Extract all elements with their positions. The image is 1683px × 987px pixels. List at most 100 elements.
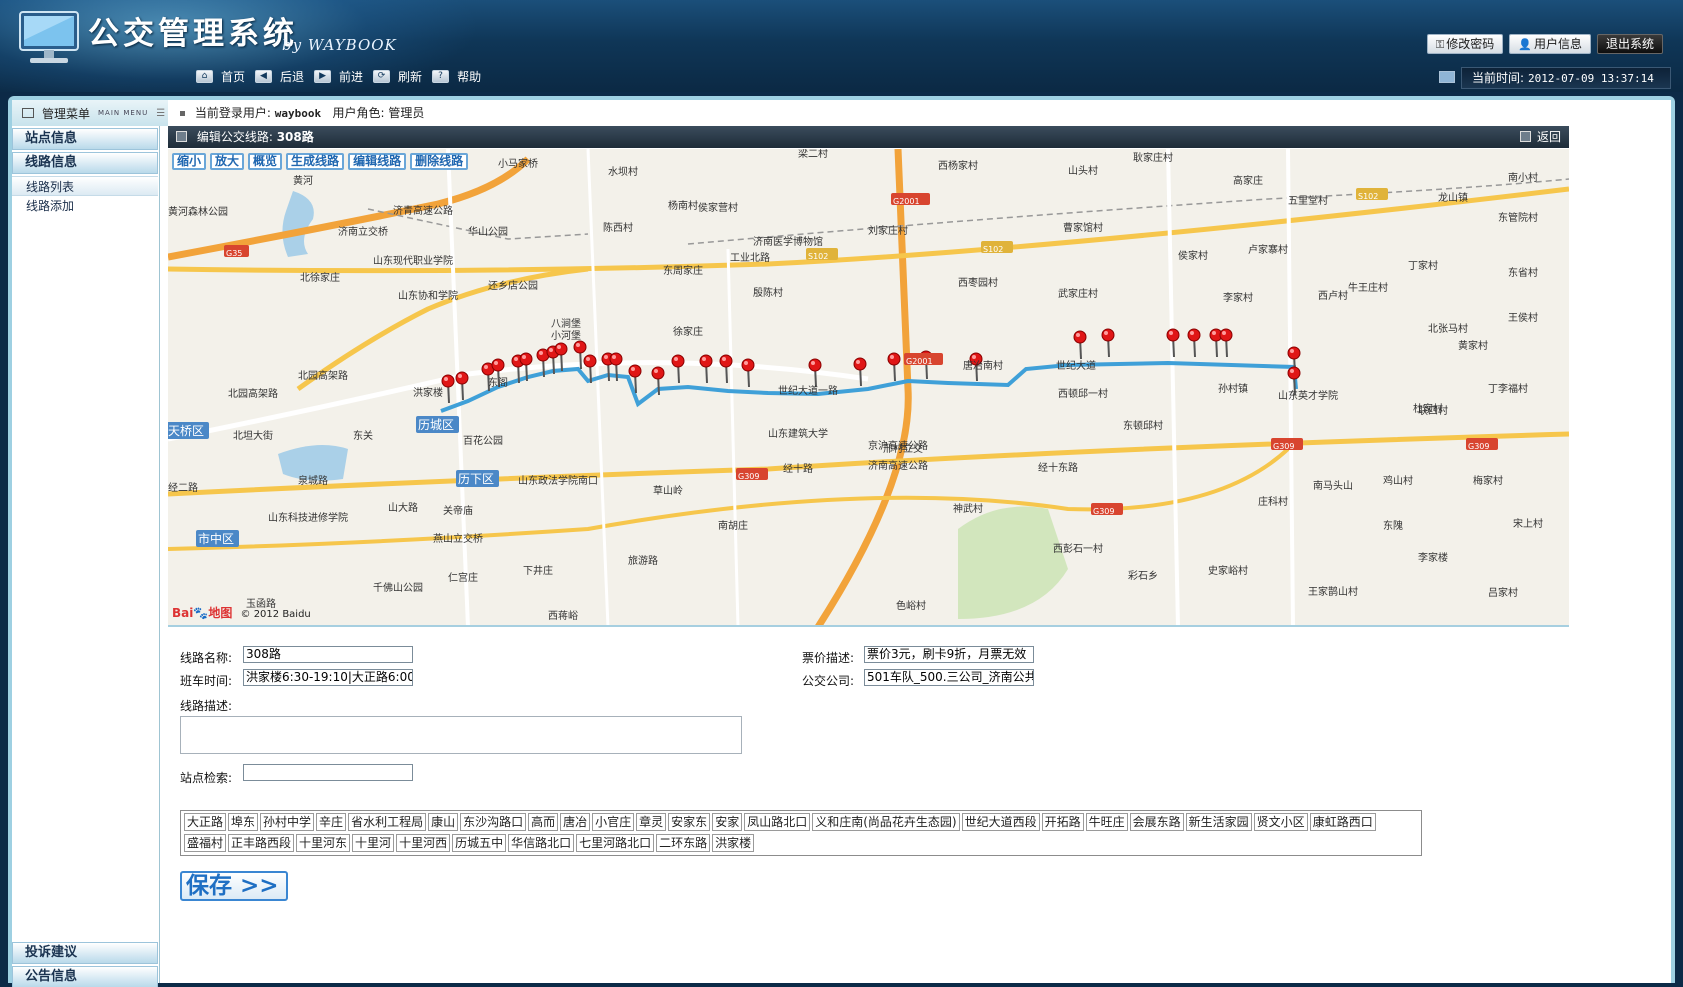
map-label: 东管院村: [1498, 211, 1538, 224]
change-password-label: 修改密码: [1446, 37, 1495, 51]
station-chip[interactable]: 高而: [528, 813, 559, 831]
overview-button[interactable]: 概览: [248, 153, 283, 170]
station-chip[interactable]: 大正路: [184, 813, 227, 831]
pin-highlight: [1104, 331, 1108, 335]
station-chip[interactable]: 盛福村: [184, 834, 227, 852]
station-chip[interactable]: 正丰路西段: [228, 834, 295, 852]
station-chip[interactable]: 康虹路西口: [1309, 813, 1376, 831]
station-chip[interactable]: 牛旺庄: [1085, 813, 1128, 831]
generate-route-button[interactable]: 生成线路: [286, 153, 345, 170]
route-name-field[interactable]: 308路: [243, 646, 413, 663]
sidebar-group-complaints[interactable]: 投诉建议: [12, 942, 158, 964]
station-pin-icon[interactable]: [1073, 330, 1087, 344]
schedule-field[interactable]: 洪家楼6:30-19:10|大正路6:00-18: [243, 669, 413, 686]
fare-field[interactable]: 票价3元，刷卡9折，月票无效: [864, 646, 1034, 663]
station-chip[interactable]: 会展东路: [1129, 813, 1184, 831]
station-pin-icon[interactable]: [808, 358, 822, 372]
station-pin-icon[interactable]: [573, 340, 587, 354]
station-pin-icon[interactable]: [1187, 328, 1201, 342]
station-pin-icon[interactable]: [519, 352, 533, 366]
road-line: [586, 149, 610, 625]
station-chip[interactable]: 章灵: [636, 813, 667, 831]
station-chip[interactable]: 辛庄: [316, 813, 347, 831]
station-chip[interactable]: 安家: [712, 813, 743, 831]
sidebar-item-route-list[interactable]: 线路列表: [12, 176, 158, 196]
station-chip[interactable]: 二环东路: [656, 834, 711, 852]
map-label: 丁李福村: [1488, 382, 1528, 395]
edit-route-button[interactable]: 编辑线路: [348, 153, 407, 170]
station-chip[interactable]: 凤山路北口: [744, 813, 811, 831]
station-chip[interactable]: 贤文小区: [1253, 813, 1308, 831]
station-pin-icon[interactable]: [1166, 328, 1180, 342]
nav-home[interactable]: ⌂ 首页: [196, 68, 245, 85]
route-name-label: 线路名称:: [180, 651, 233, 665]
station-chip[interactable]: 孙村中学: [260, 813, 315, 831]
station-pin-icon[interactable]: [887, 352, 901, 366]
station-pin-icon[interactable]: [1287, 346, 1301, 360]
station-pin-icon[interactable]: [491, 358, 505, 372]
station-pin-icon[interactable]: [554, 342, 568, 356]
map-label: 北园高架路: [298, 369, 348, 382]
map-label: 下井庄: [523, 564, 553, 577]
station-chip[interactable]: 洪家楼: [712, 834, 755, 852]
sidebar-item-route-add[interactable]: 线路添加: [12, 196, 158, 216]
map-label: 庄科村: [1258, 495, 1288, 508]
logout-button[interactable]: 退出系统: [1596, 34, 1663, 54]
station-chip[interactable]: 安家东: [668, 813, 711, 831]
sidebar-group-stations[interactable]: 站点信息: [12, 128, 158, 150]
user-info-button[interactable]: 👤 用户信息: [1509, 34, 1591, 54]
station-chip[interactable]: 省水利工程局: [348, 813, 427, 831]
map-label: 牛王庄村: [1348, 281, 1388, 294]
station-pin-icon[interactable]: [651, 366, 665, 380]
station-chip[interactable]: 义和庄南(尚品花卉生态园): [812, 813, 960, 831]
station-pin-icon[interactable]: [853, 357, 867, 371]
station-pin-icon[interactable]: [719, 354, 733, 368]
station-pin-icon[interactable]: [1219, 328, 1233, 342]
sidebar-group-notices[interactable]: 公告信息: [12, 966, 158, 987]
station-pin-icon[interactable]: [1287, 366, 1301, 380]
station-chip[interactable]: 世纪大道西段: [961, 813, 1040, 831]
station-chip[interactable]: 东沙沟路口: [460, 813, 527, 831]
nav-forward[interactable]: ▶ 前进: [314, 68, 363, 85]
station-chip[interactable]: 十里河东: [296, 834, 351, 852]
delete-route-button[interactable]: 删除线路: [410, 153, 469, 170]
station-chip[interactable]: 十里河西: [396, 834, 451, 852]
back-link[interactable]: 返回: [1519, 126, 1561, 148]
station-chip[interactable]: 开拓路: [1041, 813, 1084, 831]
description-textarea[interactable]: [180, 716, 742, 754]
station-chip[interactable]: 历城五中: [452, 834, 507, 852]
station-pin-icon[interactable]: [699, 354, 713, 368]
station-chip[interactable]: 埠东: [228, 813, 259, 831]
save-button[interactable]: 保存 >>: [180, 871, 288, 901]
route-map[interactable]: 缩小 放大 概览 生成线路 编辑线路 删除线路 小马家桥 梁二村 西杨家村 山头…: [168, 149, 1569, 627]
station-chip[interactable]: 十里河: [352, 834, 395, 852]
station-chip[interactable]: 华信路北口: [508, 834, 575, 852]
map-label: 济南高速公路: [868, 459, 928, 472]
station-chip[interactable]: 小官庄: [592, 813, 635, 831]
station-search-input[interactable]: [243, 764, 413, 781]
company-field[interactable]: 501车队_500.三公司_济南公共交: [864, 669, 1034, 686]
pin-highlight: [722, 357, 726, 361]
station-pin-icon[interactable]: [671, 354, 685, 368]
station-pin-icon[interactable]: [583, 354, 597, 368]
collapse-icon[interactable]: ☰: [156, 108, 165, 119]
station-pin-icon[interactable]: [441, 374, 455, 388]
station-chip[interactable]: 新生活家园: [1185, 813, 1252, 831]
map-label: 西蒋峪: [548, 610, 578, 622]
station-pin-icon[interactable]: [1101, 328, 1115, 342]
zoom-out-button[interactable]: 缩小: [172, 153, 207, 170]
station-pin-icon[interactable]: [609, 352, 623, 366]
nav-help[interactable]: ? 帮助: [432, 68, 481, 85]
map-label: G309: [1273, 442, 1294, 451]
zoom-in-button[interactable]: 放大: [210, 153, 245, 170]
station-chip[interactable]: 唐冶: [560, 813, 591, 831]
sidebar-group-routes[interactable]: 线路信息: [12, 152, 158, 174]
station-chip[interactable]: 七里河路北口: [576, 834, 655, 852]
nav-back[interactable]: ◀ 后退: [255, 68, 304, 85]
change-password-button[interactable]: ⚿ 修改密码: [1426, 34, 1504, 54]
station-pin-icon[interactable]: [628, 364, 642, 378]
station-pin-icon[interactable]: [455, 371, 469, 385]
station-chip[interactable]: 康山: [428, 813, 459, 831]
station-pin-icon[interactable]: [741, 358, 755, 372]
nav-refresh[interactable]: ⟳ 刷新: [373, 68, 422, 85]
